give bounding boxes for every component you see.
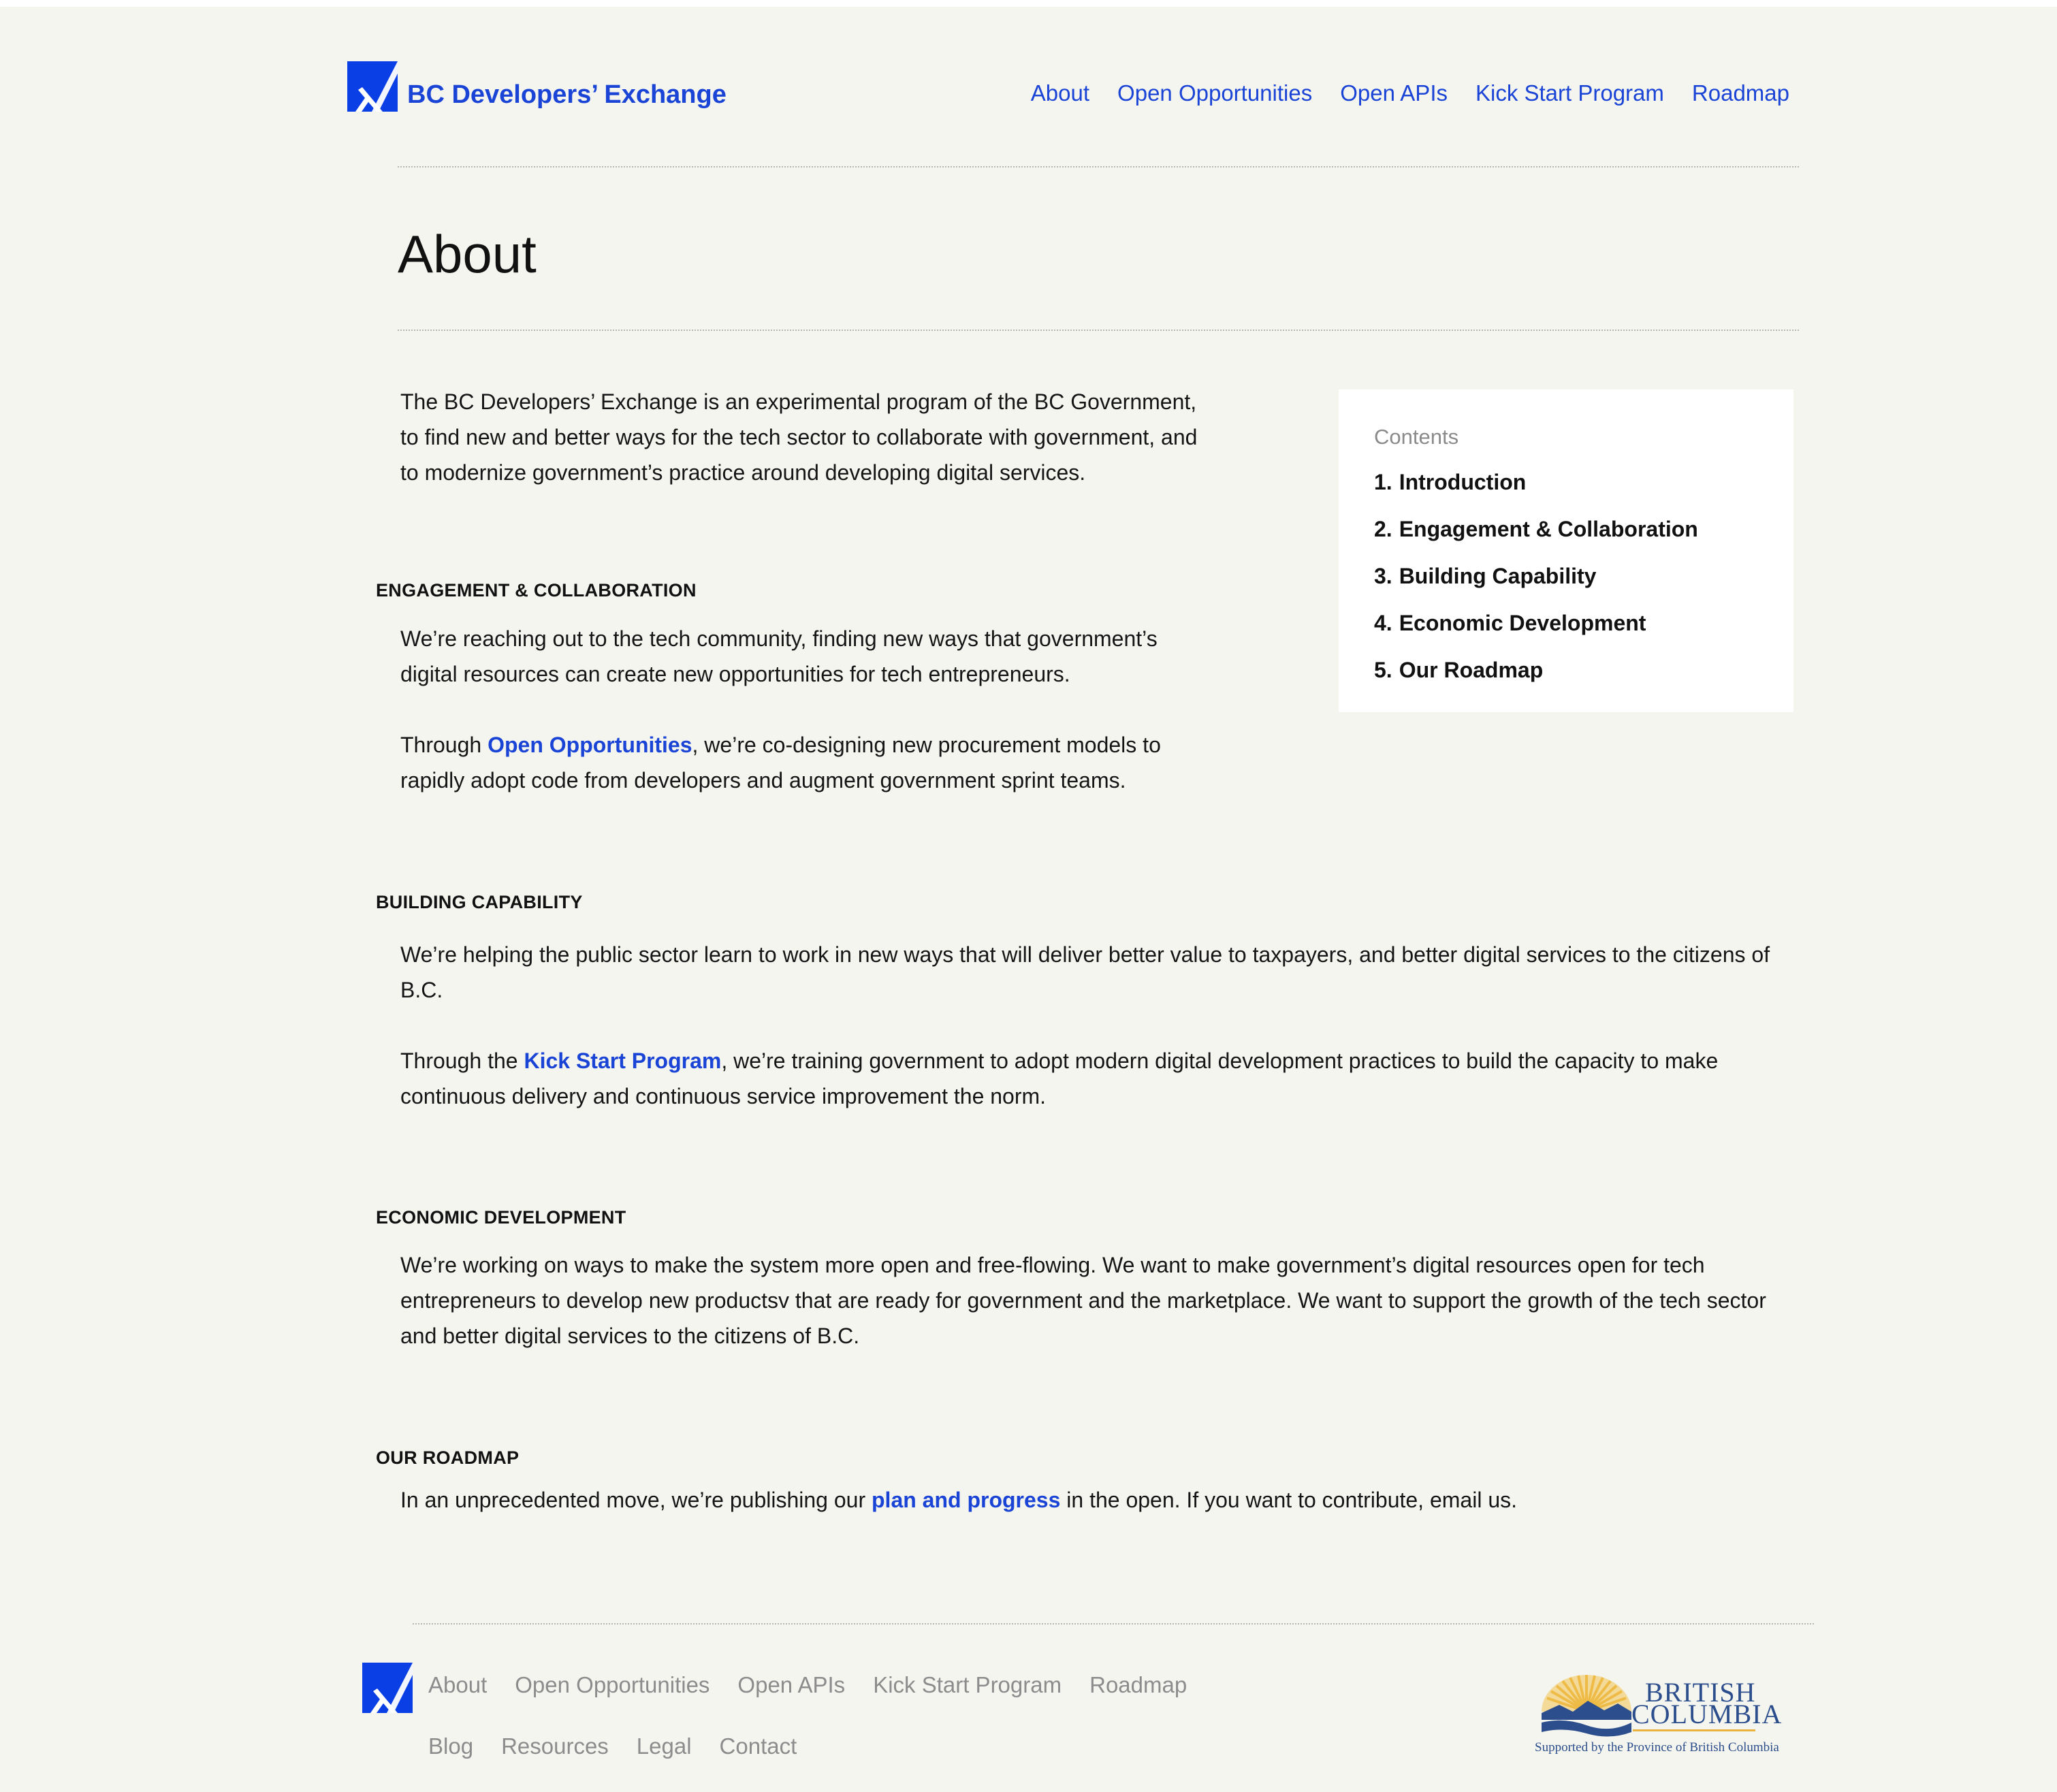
intro-paragraph: The BC Developers’ Exchange is an experi… [400, 389, 1198, 485]
toc-item-number: 5. [1374, 658, 1392, 682]
engagement-paragraph-2: Through Open Opportunities, we’re co-des… [400, 727, 1211, 798]
economic-paragraph-1: We’re working on ways to make the system… [400, 1253, 1766, 1348]
engagement-p2-text-before: Through [400, 733, 488, 757]
page-title: About [398, 224, 537, 284]
top-navigation: About Open Opportunities Open APIs Kick … [1031, 80, 1789, 106]
footer-nav-legal[interactable]: Legal [637, 1733, 692, 1759]
kick-start-program-link[interactable]: Kick Start Program [524, 1049, 721, 1073]
bc-government-logo[interactable]: BRITISH COLUMBIA Supported by the Provin… [1531, 1672, 1796, 1767]
section-heading-roadmap: OUR ROADMAP [376, 1447, 520, 1468]
bc-logo-line2: COLUMBIA [1631, 1699, 1783, 1729]
toc-item-number: 3. [1374, 564, 1392, 588]
capability-paragraph-1: We’re helping the public sector learn to… [400, 942, 1770, 1002]
nav-kick-start-program[interactable]: Kick Start Program [1476, 80, 1664, 106]
footer-nav-about[interactable]: About [428, 1672, 487, 1698]
roadmap-text-after: in the open. If you want to contribute, … [1060, 1488, 1517, 1512]
section-heading-capability: BUILDING CAPABILITY [376, 892, 583, 912]
bc-sun-mountains-icon [1542, 1675, 1631, 1737]
toc-item-number: 4. [1374, 611, 1392, 635]
engagement-paragraph-1: We’re reaching out to the tech community… [400, 626, 1158, 686]
toc-item-label: Our Roadmap [1399, 658, 1544, 682]
toc-item-number: 2. [1374, 517, 1392, 541]
nav-roadmap[interactable]: Roadmap [1692, 80, 1789, 106]
toc-item-economic[interactable]: 4. Economic Development [1374, 611, 1698, 658]
roadmap-paragraph: In an unprecedented move, we’re publishi… [400, 1482, 1803, 1518]
toc-item-number: 1. [1374, 470, 1392, 494]
footer-nav-roadmap[interactable]: Roadmap [1089, 1672, 1187, 1698]
capability-p2-text-before: Through the [400, 1049, 524, 1073]
toc-item-engagement[interactable]: 2. Engagement & Collaboration [1374, 517, 1698, 564]
toc-item-label: Building Capability [1399, 564, 1597, 588]
footer-nav-kick-start-program[interactable]: Kick Start Program [873, 1672, 1062, 1698]
toc-item-label: Introduction [1399, 470, 1527, 494]
section-heading-engagement: ENGAGEMENT & COLLABORATION [376, 580, 697, 601]
footer-devex-logo-icon[interactable] [362, 1663, 413, 1713]
toc-item-label: Engagement & Collaboration [1399, 517, 1698, 541]
bc-logo-tagline: Supported by the Province of British Col… [1535, 1740, 1779, 1755]
footer-navigation-primary: About Open Opportunities Open APIs Kick … [428, 1672, 1187, 1698]
toc-item-capability[interactable]: 3. Building Capability [1374, 564, 1698, 611]
header-divider [398, 166, 1799, 167]
capability-paragraph-2: Through the Kick Start Program, we’re tr… [400, 1043, 1803, 1114]
footer-nav-contact[interactable]: Contact [720, 1733, 797, 1759]
title-divider [398, 330, 1799, 331]
nav-about[interactable]: About [1031, 80, 1089, 106]
contents-list: 1. Introduction 2. Engagement & Collaborat… [1374, 470, 1698, 705]
footer-nav-open-opportunities[interactable]: Open Opportunities [515, 1672, 709, 1698]
plan-and-progress-link[interactable]: plan and progress [872, 1488, 1060, 1512]
section-heading-economic: ECONOMIC DEVELOPMENT [376, 1207, 626, 1228]
devex-logo-icon[interactable] [347, 61, 398, 112]
toc-item-label: Economic Development [1399, 611, 1646, 635]
bc-logo-gold-rule [1633, 1729, 1755, 1731]
nav-open-apis[interactable]: Open APIs [1340, 80, 1448, 106]
open-opportunities-link[interactable]: Open Opportunities [488, 733, 692, 757]
footer-nav-resources[interactable]: Resources [501, 1733, 609, 1759]
toc-item-roadmap[interactable]: 5. Our Roadmap [1374, 658, 1698, 705]
roadmap-text-before: In an unprecedented move, we’re publishi… [400, 1488, 872, 1512]
footer-nav-open-apis[interactable]: Open APIs [737, 1672, 845, 1698]
footer-navigation-secondary: Blog Resources Legal Contact [428, 1733, 797, 1759]
footer-nav-blog[interactable]: Blog [428, 1733, 473, 1759]
toc-item-introduction[interactable]: 1. Introduction [1374, 470, 1698, 517]
brand-title[interactable]: BC Developers’ Exchange [407, 80, 727, 110]
contents-title: Contents [1374, 425, 1459, 449]
page: BC Developers’ Exchange About Open Oppor… [0, 7, 2057, 1792]
contents-panel: Contents 1. Introduction 2. Engagement & C… [1339, 389, 1793, 712]
footer-divider [413, 1623, 1814, 1625]
nav-open-opportunities[interactable]: Open Opportunities [1117, 80, 1312, 106]
